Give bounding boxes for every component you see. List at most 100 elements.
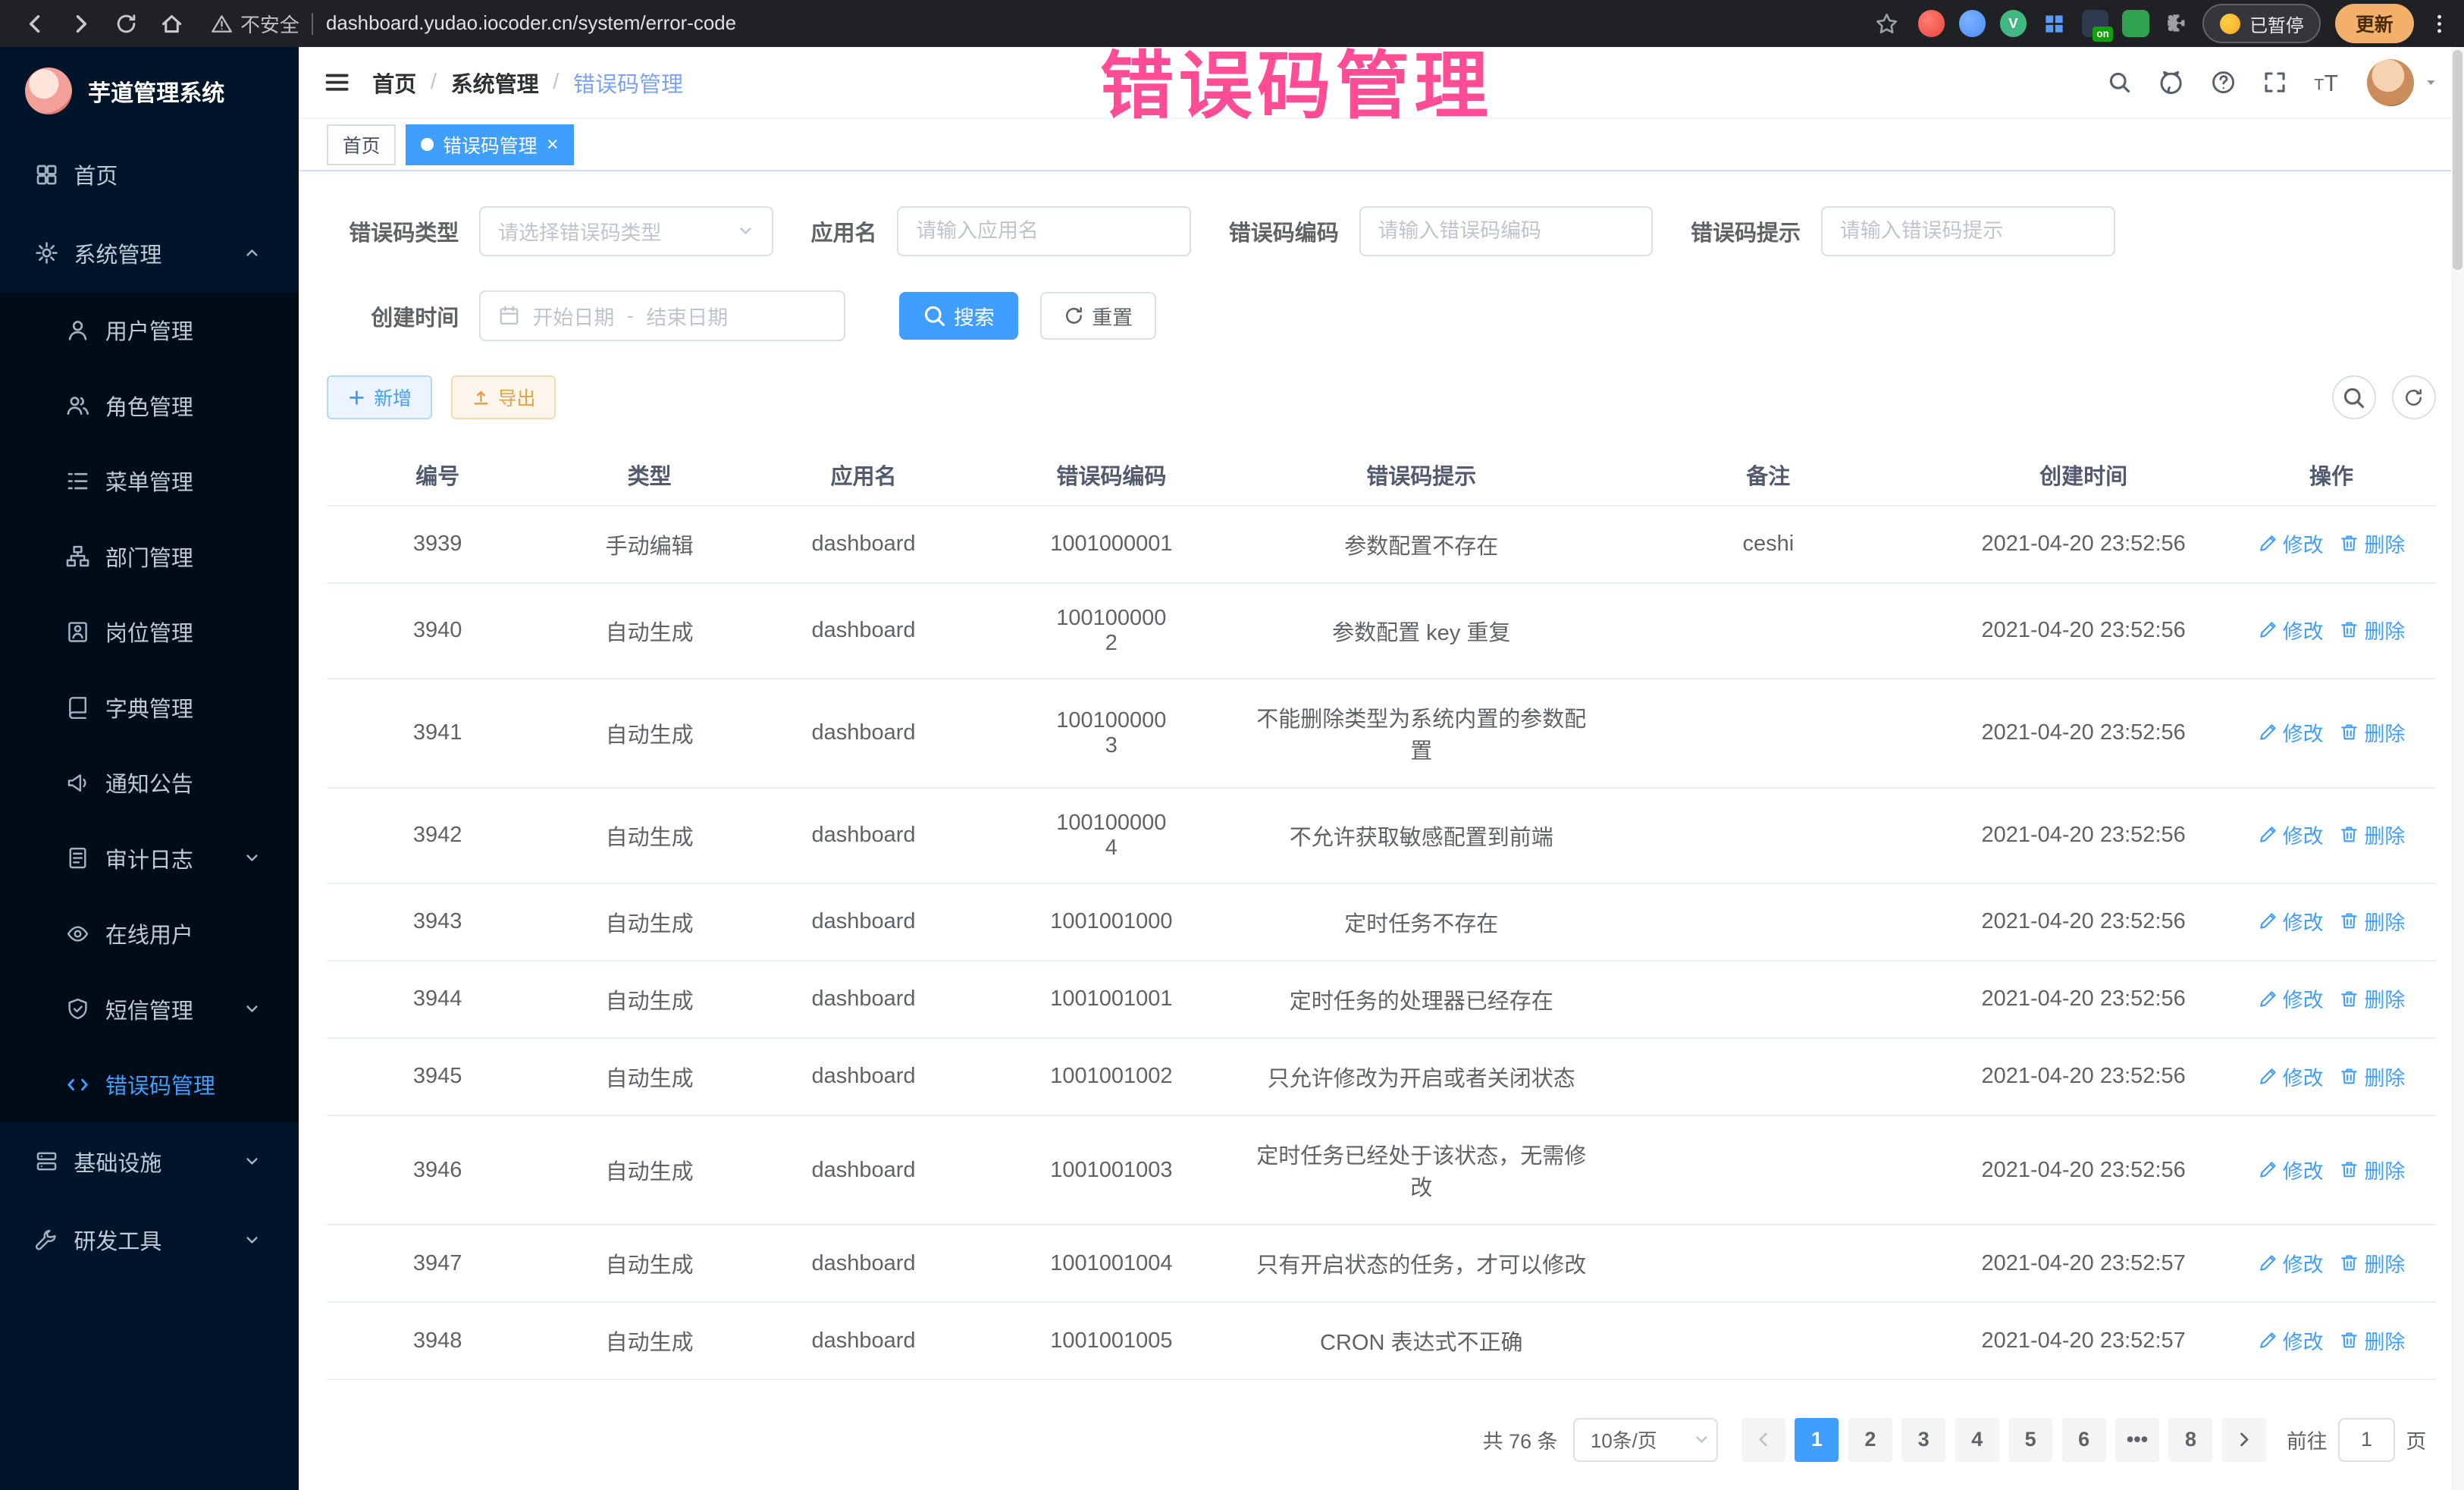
- sidebar-item-dev-tool[interactable]: 研发工具: [0, 1200, 299, 1279]
- goto-page-input[interactable]: [2338, 1418, 2395, 1462]
- app-name-input[interactable]: [916, 219, 1172, 243]
- browser-menu-icon[interactable]: [2428, 12, 2451, 36]
- font-size-icon[interactable]: TT: [2313, 69, 2340, 96]
- error-type-select[interactable]: 请选择错误码类型: [479, 206, 773, 256]
- delete-link[interactable]: 删除: [2339, 906, 2405, 936]
- reset-button[interactable]: 重置: [1040, 292, 1156, 339]
- edit-link[interactable]: 修改: [2258, 717, 2324, 747]
- edit-link[interactable]: 修改: [2258, 1155, 2324, 1184]
- page-button-6[interactable]: 6: [2062, 1418, 2106, 1462]
- forward-button[interactable]: [61, 4, 101, 43]
- delete-link[interactable]: 删除: [2339, 529, 2405, 558]
- sidebar-item-online-user[interactable]: 在线用户: [0, 896, 299, 971]
- sidebar-item-user[interactable]: 用户管理: [0, 292, 299, 367]
- cell-actions: 修改删除: [2227, 1115, 2435, 1225]
- delete-link[interactable]: 删除: [2339, 1155, 2405, 1184]
- edit-link[interactable]: 修改: [2258, 820, 2324, 849]
- date-range-picker[interactable]: 开始日期 - 结束日期: [479, 290, 845, 340]
- sidebar-item-audit-log[interactable]: 审计日志: [0, 820, 299, 896]
- scrollbar-thumb[interactable]: [2453, 50, 2462, 270]
- edit-icon: [2258, 989, 2278, 1009]
- edit-icon: [2258, 620, 2278, 640]
- extension-icon-vue-devtools[interactable]: V: [2000, 10, 2027, 36]
- user-menu[interactable]: [2367, 59, 2439, 106]
- sidebar-item-sms[interactable]: 短信管理: [0, 971, 299, 1046]
- home-button[interactable]: [152, 4, 192, 43]
- sidebar-item-home[interactable]: 首页: [0, 135, 299, 214]
- delete-link[interactable]: 删除: [2339, 983, 2405, 1013]
- tab-error-code[interactable]: 错误码管理 ×: [406, 124, 575, 165]
- page-button-1[interactable]: 1: [1795, 1418, 1839, 1462]
- add-button[interactable]: 新增: [327, 375, 432, 419]
- filter-type: 错误码类型 请选择错误码类型: [327, 206, 773, 256]
- scrollbar[interactable]: [2451, 47, 2464, 1490]
- error-msg-input[interactable]: [1840, 219, 2096, 243]
- edit-link[interactable]: 修改: [2258, 983, 2324, 1013]
- fullscreen-icon[interactable]: [2263, 71, 2287, 94]
- export-button-label: 导出: [498, 384, 536, 411]
- error-msg-field-wrap: [1821, 206, 2115, 256]
- search-button[interactable]: 搜索: [899, 292, 1018, 339]
- help-icon[interactable]: [2211, 70, 2236, 95]
- breadcrumb-home[interactable]: 首页: [372, 67, 416, 99]
- back-button[interactable]: [16, 4, 55, 43]
- delete-link[interactable]: 删除: [2339, 820, 2405, 849]
- refresh-table-button[interactable]: [2392, 375, 2436, 419]
- tab-home[interactable]: 首页: [327, 124, 396, 165]
- sidebar-item-system[interactable]: 系统管理: [0, 214, 299, 293]
- extension-icon-password-manager[interactable]: on: [2082, 10, 2108, 36]
- header-search-icon[interactable]: [2108, 71, 2131, 94]
- extension-icon-red[interactable]: [1918, 10, 1945, 36]
- delete-link[interactable]: 删除: [2339, 1325, 2405, 1355]
- sidebar-item-infra[interactable]: 基础设施: [0, 1122, 299, 1201]
- sidebar-item-post[interactable]: 岗位管理: [0, 594, 299, 669]
- sidebar-item-dept[interactable]: 部门管理: [0, 519, 299, 594]
- column-header: 错误码提示: [1246, 445, 1597, 506]
- page-button-4[interactable]: 4: [1955, 1418, 1999, 1462]
- delete-link[interactable]: 删除: [2339, 615, 2405, 645]
- sidebar-item-dict[interactable]: 字典管理: [0, 670, 299, 745]
- close-tab-icon[interactable]: ×: [547, 134, 559, 155]
- delete-link[interactable]: 删除: [2339, 1062, 2405, 1091]
- cell-type: 自动生成: [548, 679, 751, 788]
- sidebar-item-notice[interactable]: 通知公告: [0, 745, 299, 820]
- search-icon: [923, 304, 946, 328]
- page-button-8[interactable]: 8: [2168, 1418, 2212, 1462]
- edit-link[interactable]: 修改: [2258, 1325, 2324, 1355]
- page-ellipsis[interactable]: •••: [2115, 1418, 2159, 1462]
- error-code-input[interactable]: [1378, 219, 1635, 243]
- sidebar-item-menu[interactable]: 菜单管理: [0, 443, 299, 518]
- github-icon[interactable]: [2158, 69, 2184, 96]
- bookmark-star-icon[interactable]: [1874, 11, 1899, 36]
- page-button-3[interactable]: 3: [1901, 1418, 1945, 1462]
- toggle-search-button[interactable]: [2332, 375, 2376, 419]
- chevron-down-icon: [243, 1153, 261, 1170]
- extension-icon-blue[interactable]: [1959, 10, 1986, 36]
- breadcrumb-system[interactable]: 系统管理: [451, 67, 539, 99]
- edit-link[interactable]: 修改: [2258, 615, 2324, 645]
- edit-link[interactable]: 修改: [2258, 906, 2324, 936]
- sidebar-item-error-code[interactable]: 错误码管理: [0, 1046, 299, 1121]
- edit-link[interactable]: 修改: [2258, 1248, 2324, 1278]
- extension-icon-green[interactable]: [2122, 10, 2149, 36]
- security-indicator[interactable]: 不安全: [211, 10, 299, 38]
- export-button[interactable]: 导出: [451, 375, 556, 419]
- paused-profile-chip[interactable]: 已暂停: [2202, 4, 2321, 42]
- edit-link[interactable]: 修改: [2258, 1062, 2324, 1091]
- next-page-button[interactable]: [2222, 1418, 2266, 1462]
- prev-page-button[interactable]: [1741, 1418, 1785, 1462]
- sidebar-logo[interactable]: 芋道管理系统: [0, 47, 299, 135]
- page-size-select[interactable]: 10条/页: [1573, 1418, 1718, 1462]
- page-button-5[interactable]: 5: [2008, 1418, 2052, 1462]
- reload-button[interactable]: [107, 4, 146, 43]
- delete-link[interactable]: 删除: [2339, 717, 2405, 747]
- edit-link[interactable]: 修改: [2258, 529, 2324, 558]
- sidebar-toggle-icon[interactable]: [324, 69, 350, 96]
- sidebar-item-role[interactable]: 角色管理: [0, 368, 299, 443]
- address-bar[interactable]: 不安全 dashboard.yudao.iocoder.cn/system/er…: [211, 4, 1852, 43]
- extension-icon-grid[interactable]: [2041, 10, 2067, 36]
- extensions-puzzle-icon[interactable]: [2163, 10, 2190, 36]
- delete-link[interactable]: 删除: [2339, 1248, 2405, 1278]
- chrome-update-button[interactable]: 更新: [2335, 4, 2414, 44]
- page-button-2[interactable]: 2: [1848, 1418, 1892, 1462]
